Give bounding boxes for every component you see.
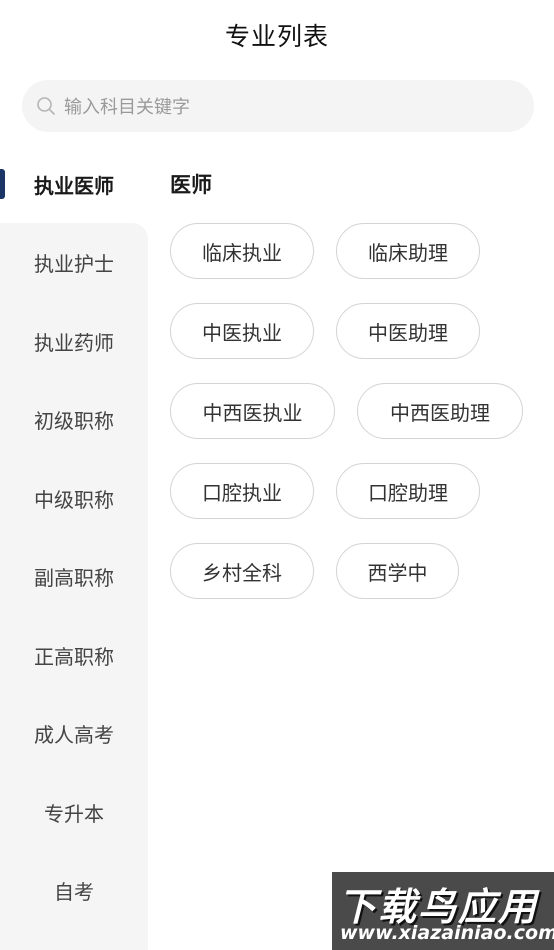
sidebar-item-label: 副高职称	[34, 565, 114, 590]
top-bar: 专业列表	[0, 0, 554, 70]
sidebar-item-label: 成人高考	[34, 722, 114, 747]
section-title: 医师	[170, 173, 212, 197]
tag-button[interactable]: 乡村全科	[170, 543, 314, 599]
sidebar-item-label: 执业医师	[34, 173, 114, 198]
sidebar-item-zhenggao-zhicheng[interactable]: 正高职称	[0, 616, 148, 694]
sidebar-item-label: 执业药师	[34, 330, 114, 355]
sidebar-item-zhongji-zhicheng[interactable]: 中级职称	[0, 459, 148, 537]
watermark-logo: 下载鸟应用 www.xiazainiao.com	[332, 872, 554, 950]
sidebar-item-label: 自考	[54, 879, 94, 904]
sidebar-item-label: 中级职称	[34, 487, 114, 512]
watermark-url: www.xiazainiao.com	[340, 922, 554, 944]
tag-button[interactable]: 中西医执业	[170, 383, 335, 439]
page-title: 专业列表	[224, 22, 329, 51]
sidebar-item-label: 初级职称	[34, 408, 114, 433]
tag-button[interactable]: 中西医助理	[357, 383, 523, 439]
sidebar-item-zhuanshengben[interactable]: 专升本	[0, 773, 148, 851]
category-sidebar: 执业医师 执业护士 执业药师 初级职称 中级职称 副高职称 正高职称 成人高考 …	[0, 145, 148, 950]
tag-button[interactable]: 临床执业	[170, 223, 314, 279]
search-placeholder: 输入科目关键字	[64, 97, 190, 118]
active-indicator	[0, 169, 5, 199]
sidebar-item-label: 正高职称	[34, 644, 114, 669]
tag-button[interactable]: 中医执业	[170, 303, 314, 359]
search-input[interactable]: 输入科目关键字	[22, 80, 534, 132]
sidebar-item-label: 专升本	[44, 801, 104, 826]
sidebar-item-zhiye-yishi[interactable]: 执业医师	[0, 145, 148, 223]
sidebar-item-zhiye-yaoshi[interactable]: 执业药师	[0, 302, 148, 380]
sidebar-item-zikao[interactable]: 自考	[0, 851, 148, 929]
sidebar-item-chengren-gaokao[interactable]: 成人高考	[0, 694, 148, 772]
major-list-panel: 医师 临床执业 临床助理 中医执业 中医助理 中西医执业 中西医助理 口腔执业 …	[148, 145, 554, 950]
sidebar-item-zhiye-hushi[interactable]: 执业护士	[0, 223, 148, 301]
sidebar-item-fugao-zhicheng[interactable]: 副高职称	[0, 537, 148, 615]
search-icon	[36, 96, 56, 116]
sidebar-item-chuji-zhicheng[interactable]: 初级职称	[0, 380, 148, 458]
tag-button[interactable]: 西学中	[336, 543, 459, 599]
tag-button[interactable]: 口腔助理	[336, 463, 480, 519]
tag-button[interactable]: 临床助理	[336, 223, 480, 279]
tag-button[interactable]: 口腔执业	[170, 463, 314, 519]
sidebar-item-label: 执业护士	[34, 251, 114, 276]
tag-button[interactable]: 中医助理	[336, 303, 480, 359]
